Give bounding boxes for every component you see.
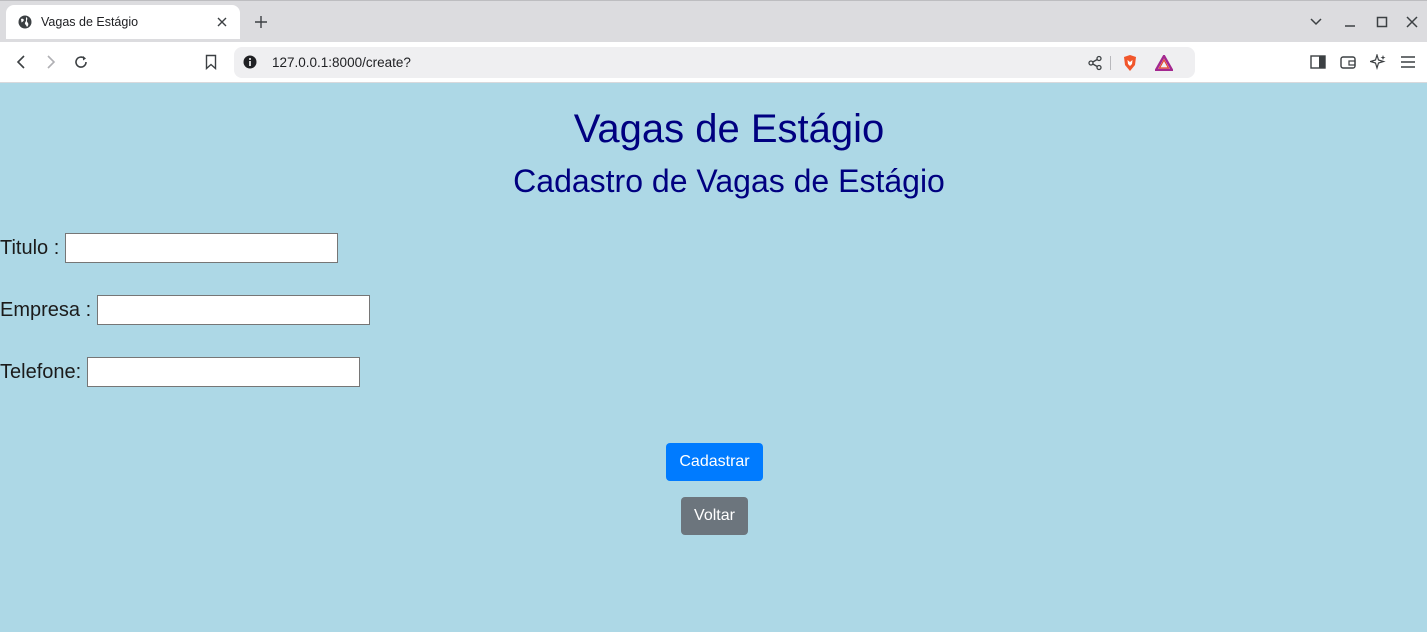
empresa-label: Empresa : [0,298,92,321]
telefone-label: Telefone: [0,360,82,383]
brave-shield-icon[interactable] [1120,53,1140,73]
sidebar-icon[interactable] [1308,52,1328,72]
address-bar[interactable]: 127.0.0.1:8000/create? [234,47,1195,78]
page-content: Vagas de Estágio Cadastro de Vagas de Es… [0,83,1427,632]
new-tab-icon[interactable] [251,12,271,32]
brave-rewards-icon[interactable] [1154,53,1174,73]
forward-icon[interactable] [41,52,61,72]
titulo-input[interactable] [65,233,339,263]
share-icon[interactable] [1085,53,1105,73]
url-text: 127.0.0.1:8000/create? [272,55,411,70]
page-subtitle: Cadastro de Vagas de Estágio [513,163,945,199]
globe-icon [18,15,32,29]
cadastrar-button[interactable]: Cadastrar [666,443,763,481]
tab-search-chevron-icon[interactable] [1307,13,1325,31]
page-title: Vagas de Estágio [573,107,885,151]
tab-title: Vagas de Estágio [41,15,139,29]
close-tab-icon[interactable] [212,12,232,32]
voltar-button[interactable]: Voltar [681,497,748,535]
menu-icon[interactable] [1398,52,1418,72]
minimize-icon[interactable] [1341,13,1359,31]
back-icon[interactable] [11,52,31,72]
tab-strip: Vagas de Estágio [0,0,1427,42]
close-window-icon[interactable] [1403,13,1421,31]
reload-icon[interactable] [71,52,91,72]
bookmark-icon[interactable] [201,52,221,72]
omnibox-divider [1110,56,1111,70]
browser-tab[interactable]: Vagas de Estágio [6,5,240,39]
form-row-empresa: Empresa : [0,295,371,325]
form-row-telefone: Telefone: [0,357,361,387]
titulo-label: Titulo : [0,236,60,259]
maximize-icon[interactable] [1373,13,1391,31]
browser-toolbar: 127.0.0.1:8000/create? [0,42,1427,83]
telefone-input[interactable] [87,357,361,387]
form-row-titulo: Titulo : [0,233,339,263]
empresa-input[interactable] [97,295,371,325]
site-info-icon[interactable] [243,55,257,69]
wallet-icon[interactable] [1338,52,1358,72]
leo-ai-icon[interactable] [1368,52,1388,72]
